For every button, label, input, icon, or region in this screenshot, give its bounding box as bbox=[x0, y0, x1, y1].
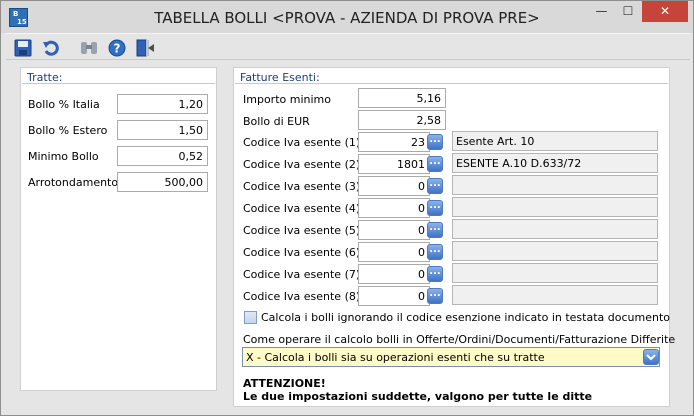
ignora-codice-esenzione-label: Calcola i bolli ignorando il codice esen… bbox=[261, 311, 670, 324]
importo-minimo-field[interactable]: 5,16 bbox=[358, 88, 446, 108]
maximize-button[interactable]: ☐ bbox=[615, 1, 641, 22]
codice-iva-label-7: Codice Iva esente (7) bbox=[243, 268, 361, 281]
codice-iva-lookup-button-5[interactable]: ... bbox=[427, 222, 443, 238]
codice-iva-field-3[interactable]: 0 bbox=[358, 176, 430, 196]
bollo-eur-field[interactable]: 2,58 bbox=[358, 110, 446, 130]
exit-door-icon bbox=[136, 39, 154, 57]
help-button[interactable]: ? bbox=[106, 37, 128, 59]
codice-iva-lookup-button-2[interactable]: ... bbox=[427, 156, 443, 172]
codice-iva-desc-4 bbox=[452, 197, 658, 217]
codice-iva-field-2[interactable]: 1801 bbox=[358, 154, 430, 174]
codice-iva-desc-3 bbox=[452, 175, 658, 195]
calcolo-bolli-select-value: X - Calcola i bolli sia su operazioni es… bbox=[246, 351, 545, 364]
codice-iva-lookup-button-4[interactable]: ... bbox=[427, 200, 443, 216]
arrotondamento-field[interactable]: 500,00 bbox=[117, 172, 208, 192]
codice-iva-label-1: Codice Iva esente (1) bbox=[243, 136, 361, 149]
codice-iva-lookup-button-7[interactable]: ... bbox=[427, 266, 443, 282]
minimize-button[interactable]: — bbox=[588, 1, 615, 22]
calcolo-bolli-select[interactable]: X - Calcola i bolli sia su operazioni es… bbox=[242, 347, 660, 367]
bollo-italia-label: Bollo % Italia bbox=[28, 98, 100, 111]
codice-iva-desc-5 bbox=[452, 219, 658, 239]
codice-iva-lookup-button-8[interactable]: ... bbox=[427, 288, 443, 304]
exit-button[interactable] bbox=[134, 37, 156, 59]
codice-iva-field-1[interactable]: 23 bbox=[358, 132, 430, 152]
warning-text: Le due impostazioni suddette, valgono pe… bbox=[243, 390, 593, 403]
bollo-italia-field[interactable]: 1,20 bbox=[117, 94, 208, 114]
save-button[interactable] bbox=[12, 37, 34, 59]
codice-iva-label-8: Codice Iva esente (8) bbox=[243, 290, 361, 303]
codice-iva-lookup-button-6[interactable]: ... bbox=[427, 244, 443, 260]
title-bar[interactable]: B 15 TABELLA BOLLI <PROVA - AZIENDA DI P… bbox=[1, 1, 693, 33]
tabella-bolli-window: B 15 TABELLA BOLLI <PROVA - AZIENDA DI P… bbox=[0, 0, 694, 416]
toolbar: ? bbox=[6, 33, 690, 60]
codice-iva-label-5: Codice Iva esente (5) bbox=[243, 224, 361, 237]
bollo-estero-label: Bollo % Estero bbox=[28, 124, 108, 137]
warning-title: ATTENZIONE! bbox=[243, 377, 326, 390]
calcolo-bolli-dropdown-button[interactable] bbox=[643, 349, 659, 365]
arrotondamento-label: Arrotondamento bbox=[28, 176, 119, 189]
codice-iva-field-4[interactable]: 0 bbox=[358, 198, 430, 218]
svg-text:?: ? bbox=[114, 42, 121, 56]
binoculars-icon bbox=[81, 42, 97, 54]
importo-minimo-label: Importo minimo bbox=[243, 93, 331, 106]
tratte-group: Tratte: Bollo % Italia 1,20 Bollo % Este… bbox=[20, 67, 217, 391]
save-icon bbox=[14, 39, 32, 57]
search-button[interactable] bbox=[78, 37, 100, 59]
codice-iva-lookup-button-3[interactable]: ... bbox=[427, 178, 443, 194]
codice-iva-lookup-button-1[interactable]: ... bbox=[427, 134, 443, 150]
codice-iva-field-5[interactable]: 0 bbox=[358, 220, 430, 240]
codice-iva-desc-8 bbox=[452, 285, 658, 305]
minimo-bollo-label: Minimo Bollo bbox=[28, 150, 99, 163]
codice-iva-desc-7 bbox=[452, 263, 658, 283]
undo-icon bbox=[43, 40, 59, 56]
codice-iva-label-2: Codice Iva esente (2) bbox=[243, 158, 361, 171]
codice-iva-field-6[interactable]: 0 bbox=[358, 242, 430, 262]
codice-iva-label-4: Codice Iva esente (4) bbox=[243, 202, 361, 215]
bollo-estero-field[interactable]: 1,50 bbox=[117, 120, 208, 140]
ignora-codice-esenzione-checkbox[interactable] bbox=[244, 311, 257, 324]
codice-iva-desc-2: ESENTE A.10 D.633/72 bbox=[452, 153, 658, 173]
codice-iva-field-7[interactable]: 0 bbox=[358, 264, 430, 284]
close-button[interactable]: ✕ bbox=[642, 1, 688, 22]
codice-iva-field-8[interactable]: 0 bbox=[358, 286, 430, 306]
undo-button[interactable] bbox=[40, 37, 62, 59]
codice-iva-desc-6 bbox=[452, 241, 658, 261]
bollo-eur-label: Bollo di EUR bbox=[243, 115, 310, 128]
help-icon: ? bbox=[108, 39, 126, 57]
codice-iva-label-3: Codice Iva esente (3) bbox=[243, 180, 361, 193]
minimo-bollo-field[interactable]: 0,52 bbox=[117, 146, 208, 166]
chevron-down-icon bbox=[646, 354, 656, 361]
fatture-esenti-group-title: Fatture Esenti: bbox=[240, 71, 320, 84]
fatture-esenti-group: Fatture Esenti: Importo minimo 5,16 Boll… bbox=[233, 67, 675, 407]
codice-iva-desc-1: Esente Art. 10 bbox=[452, 131, 658, 151]
codice-iva-label-6: Codice Iva esente (6) bbox=[243, 246, 361, 259]
tratte-group-title: Tratte: bbox=[27, 71, 63, 84]
calcolo-bolli-caption: Come operare il calcolo bolli in Offerte… bbox=[243, 333, 676, 346]
